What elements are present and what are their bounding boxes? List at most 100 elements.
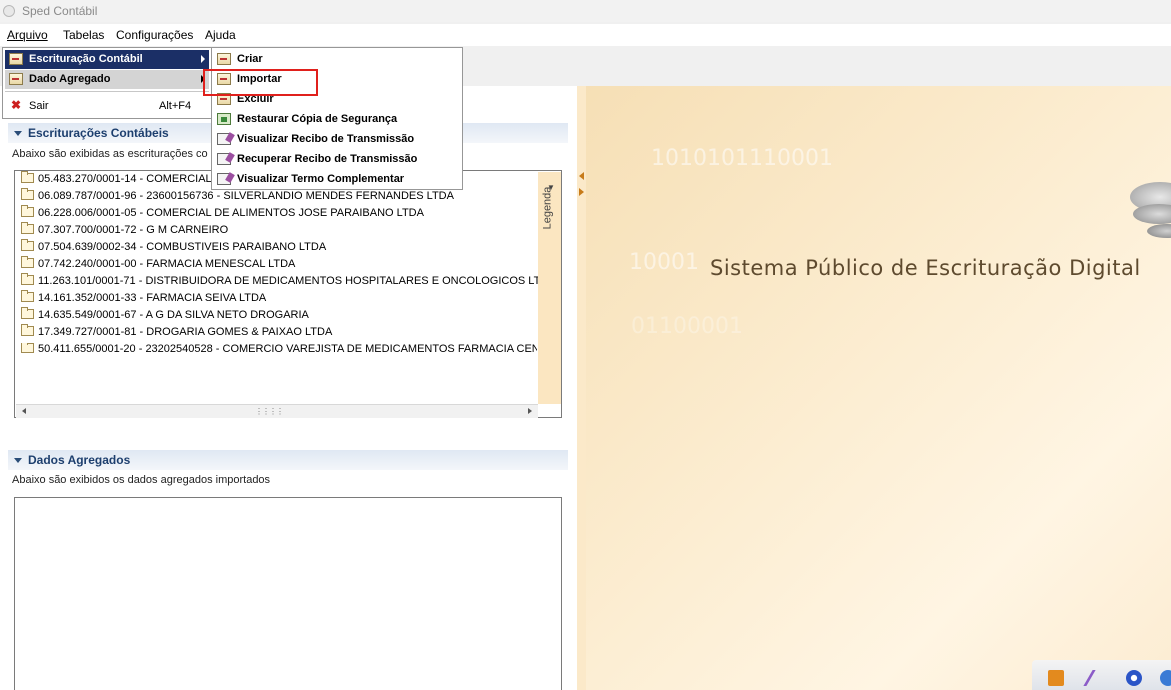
- title-bar: Sped Contábil: [0, 0, 1171, 22]
- app-icon: [3, 5, 15, 17]
- receipt-icon: [217, 153, 231, 165]
- menu-item-label: Restaurar Cópia de Segurança: [237, 113, 398, 125]
- restore-icon: [217, 113, 231, 125]
- list-item[interactable]: 14.161.352/0001-33 - FARMACIA SEIVA LTDA: [21, 290, 267, 308]
- list-item[interactable]: 05.483.270/0001-14 - COMERCIAL: [21, 171, 212, 189]
- list-item-label: 14.161.352/0001-33 - FARMACIA SEIVA LTDA: [38, 292, 267, 304]
- menu-item-escrituracao-contabil[interactable]: Escrituração Contábil: [5, 50, 209, 69]
- binary-text: 01100001: [631, 314, 743, 339]
- menu-item-label: Criar: [237, 53, 263, 65]
- folder-icon: [21, 205, 34, 217]
- folder-icon: [21, 256, 34, 268]
- folder-icon: [21, 273, 34, 285]
- banner-title: Sistema Público de Escrituração Digital: [710, 256, 1141, 280]
- dados-agregados-list[interactable]: [14, 497, 562, 690]
- menu-item-termo-complementar[interactable]: Visualizar Termo Complementar: [215, 170, 459, 189]
- menu-item-label: Recuperar Recibo de Transmissão: [237, 153, 418, 165]
- menu-item-label: Escrituração Contábil: [29, 53, 143, 65]
- legend-label: Legenda: [541, 186, 554, 230]
- folder-icon: [21, 188, 34, 200]
- list-item-label: 07.742.240/0001-00 - FARMACIA MENESCAL L…: [38, 258, 296, 270]
- scroll-left-icon[interactable]: [22, 408, 26, 414]
- menu-item-restaurar[interactable]: Restaurar Cópia de Segurança: [215, 110, 459, 129]
- folder-icon: [21, 222, 34, 234]
- escrituracoes-description: Abaixo são exibidas as escriturações co: [12, 148, 208, 160]
- list-item-label: 17.349.727/0001-81 - DROGARIA GOMES & PA…: [38, 326, 333, 338]
- menu-item-label: Sair: [29, 100, 49, 112]
- list-item-label: 06.228.006/0001-05 - COMERCIAL DE ALIMEN…: [38, 207, 424, 219]
- menu-ajuda[interactable]: Ajuda: [205, 28, 236, 42]
- expand-right-icon[interactable]: [579, 188, 584, 196]
- list-item[interactable]: 06.089.787/0001-96 - 23600156736 - SILVE…: [21, 188, 454, 206]
- collapse-icon: [14, 458, 22, 463]
- list-item-label: 07.307.700/0001-72 - G M CARNEIRO: [38, 224, 229, 236]
- list-item[interactable]: 07.307.700/0001-72 - G M CARNEIRO: [21, 222, 229, 240]
- folder-icon: [21, 171, 34, 183]
- dados-agregados-header[interactable]: Dados Agregados: [8, 450, 568, 470]
- list-item[interactable]: 17.349.727/0001-81 - DROGARIA GOMES & PA…: [21, 324, 333, 342]
- list-item[interactable]: 06.228.006/0001-05 - COMERCIAL DE ALIMEN…: [21, 205, 424, 223]
- list-item-label: 06.089.787/0001-96 - 23600156736 - SILVE…: [38, 190, 454, 202]
- binary-text: 1010101110001: [651, 146, 833, 171]
- menu-item-visualizar-recibo[interactable]: Visualizar Recibo de Transmissão: [215, 130, 459, 149]
- list-item[interactable]: 07.742.240/0001-00 - FARMACIA MENESCAL L…: [21, 256, 296, 274]
- pen-icon[interactable]: [1083, 670, 1112, 686]
- list-item-label: 50.411.655/0001-20 - 23202540528 - COMER…: [38, 343, 537, 355]
- clock-icon[interactable]: [1126, 670, 1142, 686]
- escrituracoes-title: Escriturações Contábeis: [28, 126, 169, 140]
- disk-icon: [1133, 204, 1171, 224]
- scroll-grip-icon[interactable]: ⋮⋮⋮⋮: [255, 407, 284, 416]
- menu-item-label: Dado Agregado: [29, 73, 111, 85]
- list-item[interactable]: 11.263.101/0001-71 - DISTRIBUIDORA DE ME…: [21, 273, 556, 291]
- menu-arquivo[interactable]: Arquivo: [7, 28, 48, 42]
- collapse-left-icon[interactable]: [579, 172, 584, 180]
- ecd-icon: [217, 53, 231, 65]
- menu-item-criar[interactable]: Criar: [215, 50, 459, 69]
- menu-item-recuperar-recibo[interactable]: Recuperar Recibo de Transmissão: [215, 150, 459, 169]
- folder-icon: [21, 239, 34, 251]
- menu-item-sair[interactable]: ✖ Sair Alt+F4: [5, 97, 209, 116]
- list-item-label: 07.504.639/0002-34 - COMBUSTIVEIS PARAIB…: [38, 241, 327, 253]
- menu-bar: Arquivo Tabelas Configurações Ajuda: [0, 24, 1171, 46]
- menu-item-dado-agregado[interactable]: Dado Agregado: [5, 70, 209, 89]
- menu-tabelas[interactable]: Tabelas: [63, 28, 104, 42]
- ecd-icon: [9, 73, 23, 85]
- close-icon: ✖: [11, 98, 22, 112]
- folder-icon: [21, 290, 34, 302]
- list-item-label: 14.635.549/0001-67 - A G DA SILVA NETO D…: [38, 309, 309, 321]
- banner-panel: 1010101110001 10001 01100001: [577, 86, 1171, 690]
- menu-item-label: Visualizar Recibo de Transmissão: [237, 133, 415, 145]
- menu-configuracoes[interactable]: Configurações: [116, 28, 193, 42]
- legend-tab[interactable]: ▼ Legenda: [538, 172, 561, 404]
- menu-separator: [5, 91, 209, 92]
- list-item[interactable]: 07.504.639/0002-34 - COMBUSTIVEIS PARAIB…: [21, 239, 327, 257]
- pane-divider[interactable]: [577, 86, 586, 690]
- arquivo-menu: Escrituração Contábil Dado Agregado ✖ Sa…: [2, 47, 212, 119]
- menu-item-label: Visualizar Termo Complementar: [237, 173, 405, 185]
- receipt-icon: [217, 173, 231, 185]
- receipt-icon: [217, 133, 231, 145]
- binary-text: 10001: [629, 250, 699, 275]
- escrituracoes-list[interactable]: 05.483.270/0001-14 - COMERCIAL 06.089.78…: [14, 170, 562, 418]
- submenu-arrow-icon: [201, 55, 205, 63]
- taskbar: [1032, 660, 1171, 690]
- ecd-icon: [9, 53, 23, 65]
- dados-agregados-title: Dados Agregados: [28, 453, 131, 467]
- collapse-icon: [14, 131, 22, 136]
- horizontal-scrollbar[interactable]: ⋮⋮⋮⋮: [16, 404, 538, 418]
- folder-icon: [21, 324, 34, 336]
- list-item[interactable]: 14.635.549/0001-67 - A G DA SILVA NETO D…: [21, 307, 309, 325]
- shortcut-label: Alt+F4: [159, 100, 192, 112]
- browser-icon[interactable]: [1160, 670, 1171, 686]
- list-item-label: 05.483.270/0001-14 - COMERCIAL: [38, 173, 212, 185]
- window-title: Sped Contábil: [22, 4, 98, 18]
- app-icon[interactable]: [1048, 670, 1064, 686]
- dados-agregados-description: Abaixo são exibidos os dados agregados i…: [12, 474, 271, 486]
- list-item-label: 11.263.101/0001-71 - DISTRIBUIDORA DE ME…: [38, 275, 556, 287]
- disk-icon: [1147, 224, 1171, 238]
- scroll-right-icon[interactable]: [528, 408, 532, 414]
- list-item[interactable]: 50.411.655/0001-20 - 23202540528 - COMER…: [21, 343, 537, 359]
- folder-icon: [21, 343, 34, 353]
- importar-highlight-box: [203, 69, 318, 96]
- folder-icon: [21, 307, 34, 319]
